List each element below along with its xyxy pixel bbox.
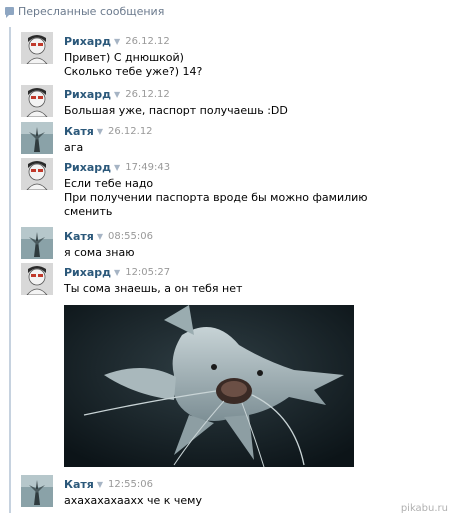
dropdown-arrow-icon[interactable]: ▼ bbox=[97, 480, 103, 489]
dropdown-arrow-icon[interactable]: ▼ bbox=[97, 127, 103, 136]
forwarded-title: Пересланные сообщения bbox=[18, 4, 165, 18]
author-name[interactable]: Рихард bbox=[64, 266, 111, 279]
message-text: я сома знаю bbox=[64, 246, 135, 259]
avatar-richard[interactable] bbox=[21, 263, 53, 295]
message-time[interactable]: 08:55:06 bbox=[108, 231, 153, 242]
avatar-richard[interactable] bbox=[21, 85, 53, 117]
catfish-photo[interactable] bbox=[64, 305, 354, 467]
author-name[interactable]: Рихард bbox=[64, 88, 111, 101]
author-name[interactable]: Катя bbox=[64, 125, 94, 138]
author-name[interactable]: Катя bbox=[64, 478, 94, 491]
dropdown-arrow-icon[interactable]: ▼ bbox=[114, 163, 120, 172]
message-time[interactable]: 12:55:06 bbox=[108, 479, 153, 490]
message-text: Если тебе надо При получении паспорта вро… bbox=[64, 177, 368, 218]
forwarded-header: Пересланные сообщения bbox=[0, 0, 451, 22]
message-text: ахахахахааxx че к чему bbox=[64, 494, 202, 507]
message-text: ага bbox=[64, 141, 84, 154]
avatar-richard[interactable] bbox=[21, 32, 53, 64]
dropdown-arrow-icon[interactable]: ▼ bbox=[114, 90, 120, 99]
dropdown-arrow-icon[interactable]: ▼ bbox=[114, 268, 120, 277]
message-time[interactable]: 17:49:43 bbox=[125, 162, 170, 173]
author-name[interactable]: Рихард bbox=[64, 35, 111, 48]
message-time[interactable]: 26.12.12 bbox=[108, 126, 153, 137]
avatar-richard[interactable] bbox=[21, 158, 53, 190]
message-text: Ты сома знаешь, а он тебя нет bbox=[64, 282, 243, 295]
author-name[interactable]: Катя bbox=[64, 230, 94, 243]
speech-bubble-icon bbox=[5, 7, 14, 18]
dropdown-arrow-icon[interactable]: ▼ bbox=[97, 232, 103, 241]
avatar-katya[interactable] bbox=[21, 227, 53, 259]
forward-thread-bar bbox=[9, 27, 11, 513]
message-text: Большая уже, паспорт получаешь :DD bbox=[64, 104, 288, 117]
message-time[interactable]: 12:05:27 bbox=[125, 267, 170, 278]
message-time[interactable]: 26.12.12 bbox=[125, 89, 170, 100]
watermark: pikabu.ru bbox=[400, 503, 448, 514]
dropdown-arrow-icon[interactable]: ▼ bbox=[114, 37, 120, 46]
author-name[interactable]: Рихард bbox=[64, 161, 111, 174]
avatar-katya[interactable] bbox=[21, 122, 53, 154]
avatar-katya[interactable] bbox=[21, 475, 53, 507]
message-time[interactable]: 26.12.12 bbox=[125, 36, 170, 47]
message-text: Привет) С днюшкой) Сколько тебе уже?) 14? bbox=[64, 51, 203, 78]
